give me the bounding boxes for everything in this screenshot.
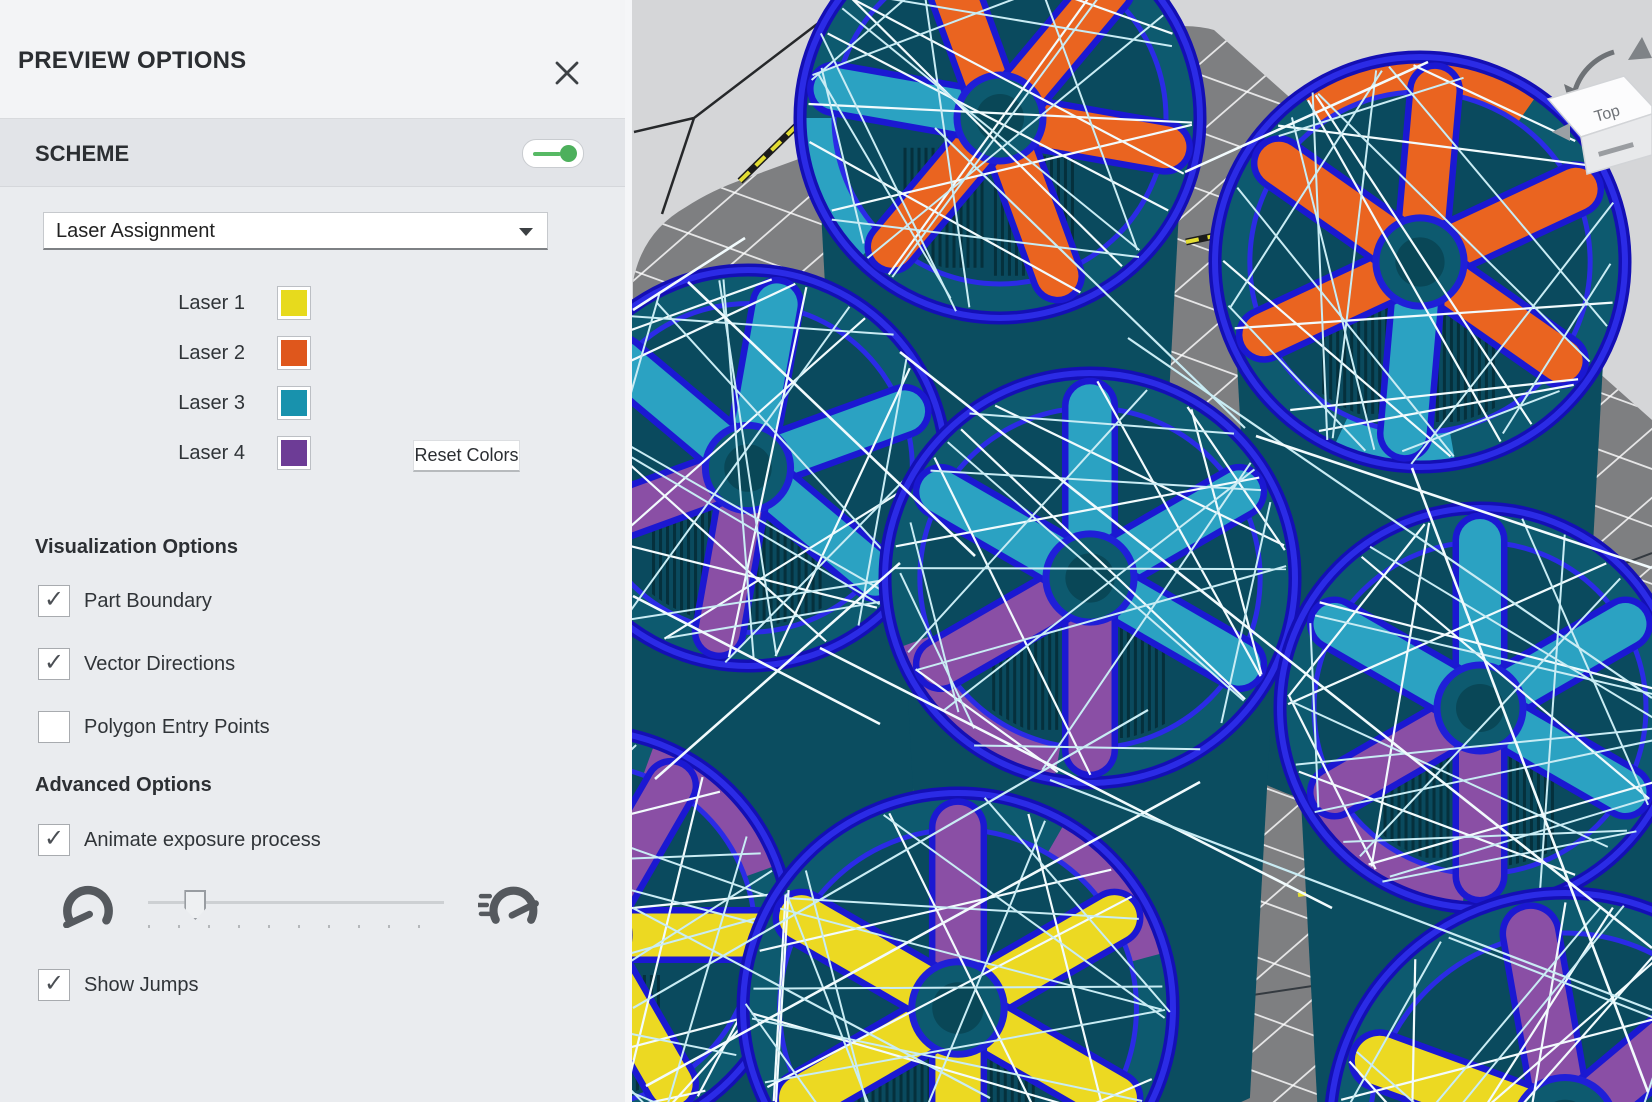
speedometer-fast-icon [478,882,540,933]
panel-title: PREVIEW OPTIONS [18,0,246,118]
laser-3-color-swatch[interactable] [277,386,311,420]
visualization-options-heading: Visualization Options [35,536,238,559]
laser-row-3: Laser 3 [0,386,632,420]
laser-row-2: Laser 2 [0,336,632,370]
dropdown-value: Laser Assignment [56,213,215,249]
animate-exposure-label: Animate exposure process [84,824,321,856]
slider-handle[interactable] [184,890,206,920]
toggle-bar [533,152,561,156]
part-boundary-label: Part Boundary [84,585,212,617]
application-window: { "panel": { "title": "PREVIEW OPTIONS",… [0,0,1652,1102]
laser-1-label: Laser 1 [60,286,245,320]
laser-2-label: Laser 2 [60,336,245,370]
laser-1-color-swatch[interactable] [277,286,311,320]
show-jumps-label: Show Jumps [84,969,199,1001]
scheme-row: SCHEME [0,119,632,187]
polygon-entry-points-checkbox[interactable] [38,711,70,743]
chevron-down-icon [519,228,533,236]
vector-directions-checkbox[interactable] [38,648,70,680]
toggle-knob [560,145,577,162]
panel-header: PREVIEW OPTIONS [0,0,632,119]
laser-row-4: Laser 4 [0,436,632,470]
laser-2-color-swatch[interactable] [277,336,311,370]
polygon-entry-points-label: Polygon Entry Points [84,711,270,743]
reset-colors-button[interactable]: Reset Colors [413,440,520,472]
slider-tick-marks [148,925,444,928]
scheme-toggle[interactable] [522,139,584,168]
show-jumps-checkbox[interactable] [38,969,70,1001]
speedometer-slow-icon [60,882,116,933]
laser-row-1: Laser 1 [0,286,632,320]
viewport-3d[interactable]: Top [632,0,1652,1102]
animate-exposure-checkbox[interactable] [38,824,70,856]
scheme-label: SCHEME [35,119,129,186]
part-boundary-checkbox[interactable] [38,585,70,617]
close-button[interactable] [552,58,584,90]
laser-3-label: Laser 3 [60,386,245,420]
advanced-options-heading: Advanced Options [35,774,212,797]
close-icon [552,58,582,88]
laser-4-label: Laser 4 [60,436,245,470]
preview-options-panel: PREVIEW OPTIONS SCHEME Laser Assignment … [0,0,632,1102]
vector-directions-label: Vector Directions [84,648,235,680]
laser-assignment-dropdown[interactable]: Laser Assignment [43,212,548,250]
laser-4-color-swatch[interactable] [277,436,311,470]
